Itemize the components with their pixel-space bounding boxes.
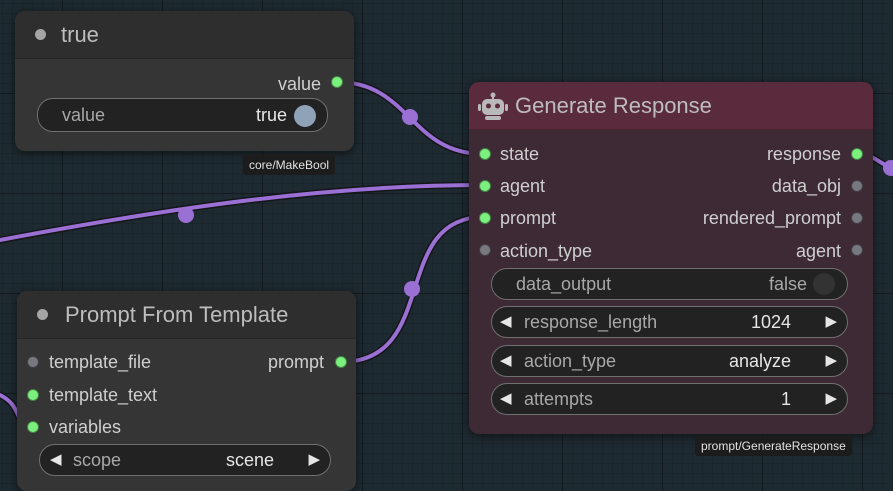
generate-response-node[interactable]: Generate Response state agent prompt act… [469,82,873,434]
node-title: true [61,22,99,47]
scope-combo[interactable]: ◀ scope scene ▶ [39,444,331,476]
data-output-toggle[interactable]: data_output false [491,268,848,300]
input-label-prompt: prompt [500,208,557,228]
widget-value: analyze [728,351,791,371]
output-label-data-obj: data_obj [771,176,841,196]
wire-midpoint [402,109,418,125]
widget-value: false [768,274,807,294]
toggle-knob [813,273,835,295]
wire-midpoint [404,281,420,297]
output-slot-response[interactable] [851,148,863,160]
increment-arrow-icon[interactable]: ▶ [825,307,837,337]
input-label-action-type: action_type [500,241,593,261]
widget-value: 1 [780,389,791,409]
attempts-stepper[interactable]: ◀ attempts 1 ▶ [491,383,848,415]
input-slot-state[interactable] [479,148,491,160]
widget-label: attempts [524,389,594,409]
widget-label: response_length [524,312,658,332]
widget-value: 1024 [750,312,791,332]
output-slot-rendered-prompt[interactable] [851,212,863,224]
output-slot-prompt[interactable] [335,356,347,368]
decrement-arrow-icon[interactable]: ◀ [500,307,512,337]
collapse-dot[interactable] [37,309,48,320]
node-title: Prompt From Template [65,302,289,327]
output-slot-data-obj[interactable] [851,180,863,192]
input-slot-prompt[interactable] [479,212,491,224]
input-label-agent: agent [500,176,546,196]
input-slot-template-text[interactable] [27,389,39,401]
widget-label: value [62,105,106,125]
node-title-bar[interactable]: true [15,11,354,59]
wire-midpoint [178,207,194,223]
output-label-prompt: prompt [267,352,324,372]
input-label-state: state [500,144,540,164]
widget-label: scope [73,450,122,470]
output-label-response: response [766,144,841,164]
increment-arrow-icon[interactable]: ▶ [825,346,837,376]
widget-value: true [255,105,287,125]
input-slot-template-file[interactable] [27,356,39,368]
robot-icon [477,91,509,121]
widget-label: data_output [516,274,612,294]
output-slot-agent[interactable] [851,244,863,256]
output-label-rendered-prompt: rendered_prompt [702,208,841,228]
toggle-knob [294,105,316,127]
decrement-arrow-icon[interactable]: ◀ [500,384,512,414]
response-length-stepper[interactable]: ◀ response_length 1024 ▶ [491,306,848,338]
increment-arrow-icon[interactable]: ▶ [825,384,837,414]
node-title-bar[interactable]: Generate Response [469,82,873,130]
output-label-value: value [277,74,321,94]
wire-into-agent [0,183,486,242]
decrement-arrow-icon[interactable]: ◀ [50,445,62,475]
input-label-template-text: template_text [49,385,158,405]
decrement-arrow-icon[interactable]: ◀ [500,346,512,376]
node-type-tag: prompt/GenerateResponse [695,436,852,456]
widget-value: scene [225,450,274,470]
output-label-agent: agent [795,241,841,261]
widget-label: action_type [524,351,617,371]
input-slot-variables[interactable] [27,421,39,433]
value-toggle[interactable]: value true [37,98,328,132]
input-label-variables: variables [49,417,122,437]
action-type-combo[interactable]: ◀ action_type analyze ▶ [491,345,848,377]
collapse-dot[interactable] [35,29,46,40]
node-type-tag: core/MakeBool [243,155,336,175]
node-title: Generate Response [515,93,712,118]
input-slot-agent[interactable] [479,180,491,192]
increment-arrow-icon[interactable]: ▶ [308,445,320,475]
input-label-template-file: template_file [49,352,152,372]
prompt-from-template-node[interactable]: Prompt From Template template_file templ… [17,291,356,491]
output-slot-value[interactable] [331,76,343,88]
node-title-bar[interactable]: Prompt From Template [17,291,356,339]
input-slot-action-type[interactable] [479,244,491,256]
make-bool-node[interactable]: true value value true [15,11,354,151]
